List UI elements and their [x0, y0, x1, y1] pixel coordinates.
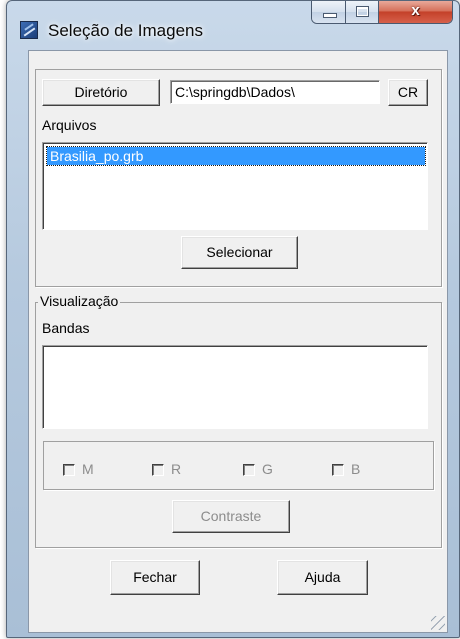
- channel-checkbox-frame: M R G B: [43, 441, 434, 490]
- visualization-group: Visualização Bandas M R G B Contraste: [35, 293, 442, 548]
- channel-b-checkbox[interactable]: [332, 464, 344, 476]
- resize-grip[interactable]: [431, 616, 445, 630]
- close-dialog-button[interactable]: Fechar: [110, 560, 200, 595]
- directory-path-field[interactable]: C:\springdb\Dados\: [170, 80, 380, 104]
- maximize-icon: [356, 6, 369, 17]
- bands-label: Bandas: [42, 320, 90, 336]
- channel-r-checkbox[interactable]: [152, 464, 164, 476]
- image-selection-app-icon[interactable]: [20, 21, 38, 39]
- files-label: Arquivos: [42, 117, 97, 133]
- close-icon: x: [411, 2, 420, 19]
- window-title: Seleção de Imagens: [48, 21, 203, 40]
- dialog-client-area: Diretório C:\springdb\Dados\ CR Arquivos…: [28, 50, 448, 633]
- select-button[interactable]: Selecionar: [181, 236, 298, 269]
- channel-b-label: B: [351, 461, 361, 477]
- channel-m-label: M: [82, 461, 94, 477]
- maximize-button[interactable]: [346, 1, 379, 23]
- minimize-icon: [323, 13, 337, 18]
- directory-button[interactable]: Diretório: [42, 79, 160, 106]
- channel-m-checkbox[interactable]: [63, 464, 75, 476]
- image-selection-window: Seleção de Imagens x Diretório C:\spring…: [6, 0, 460, 638]
- file-list-item-selected[interactable]: Brasilia_po.grb: [46, 146, 426, 166]
- minimize-button[interactable]: [312, 1, 346, 23]
- cr-button[interactable]: CR: [388, 79, 428, 106]
- bands-list[interactable]: [42, 345, 428, 429]
- channel-g-checkbox[interactable]: [243, 464, 255, 476]
- files-list[interactable]: Brasilia_po.grb: [42, 142, 428, 230]
- channel-r-label: R: [171, 461, 182, 477]
- visualization-group-label: Visualização: [38, 293, 121, 309]
- help-button[interactable]: Ajuda: [277, 560, 368, 595]
- title-bar[interactable]: Seleção de Imagens x: [7, 1, 459, 49]
- close-button[interactable]: x: [379, 1, 452, 23]
- channel-g-label: G: [262, 461, 273, 477]
- contrast-button[interactable]: Contraste: [172, 500, 290, 533]
- caption-buttons: x: [311, 1, 453, 24]
- files-group: Diretório C:\springdb\Dados\ CR Arquivos…: [35, 69, 442, 287]
